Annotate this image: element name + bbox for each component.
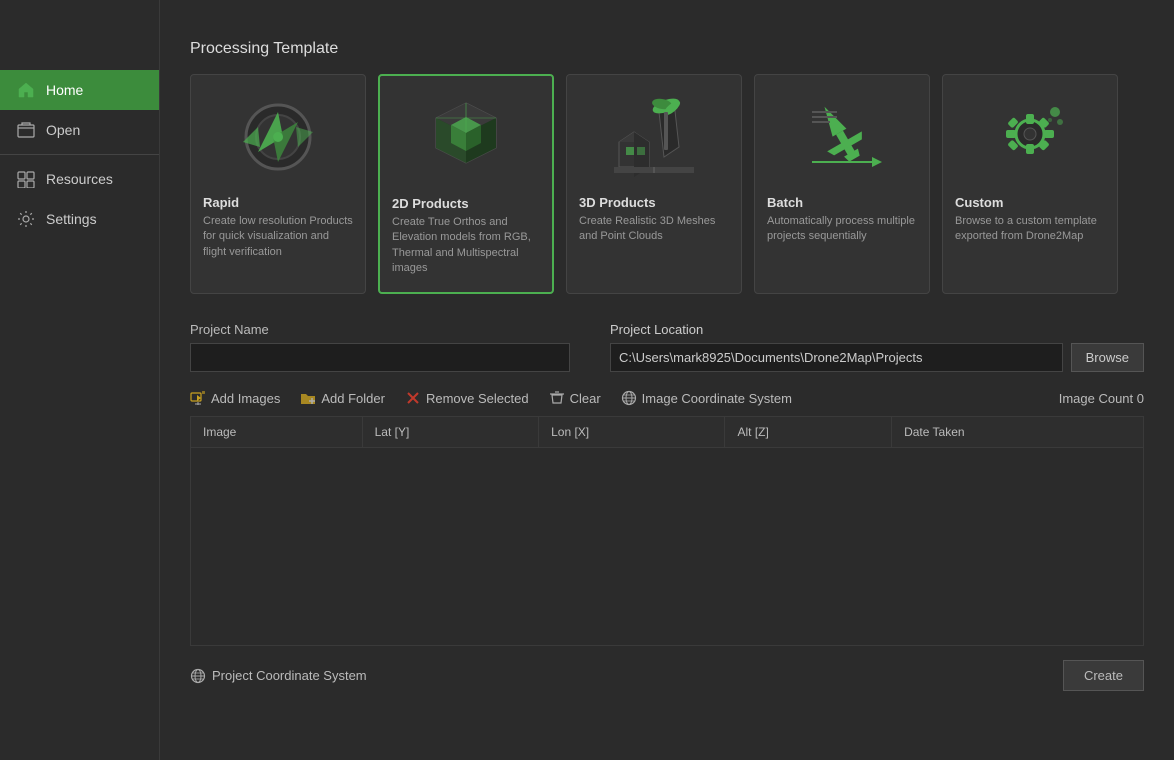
image-table: Image Lat [Y] Lon [X] Alt [Z] Date Taken [191, 417, 1143, 448]
image-toolbar: Add Images Add Folder Remove Selected [190, 388, 1144, 408]
project-name-input[interactable] [190, 343, 570, 372]
sidebar-item-home[interactable]: Home [0, 70, 159, 110]
project-location-input[interactable] [610, 343, 1063, 372]
image-coord-system-button[interactable]: Image Coordinate System [621, 388, 792, 408]
2d-title: 2D Products [392, 196, 540, 211]
2d-icon [411, 88, 521, 188]
template-card-2d[interactable]: 2D Products Create True Orthos and Eleva… [378, 74, 554, 294]
table-header-row: Image Lat [Y] Lon [X] Alt [Z] Date Taken [191, 417, 1143, 448]
bottom-bar: Project Coordinate System Create [190, 660, 1144, 691]
remove-selected-button[interactable]: Remove Selected [405, 388, 529, 408]
col-date: Date Taken [892, 417, 1143, 448]
sidebar-divider [0, 154, 159, 155]
batch-title: Batch [767, 195, 917, 210]
3d-icon [599, 87, 709, 187]
batch-desc: Automatically process multiple projects … [767, 214, 917, 245]
project-row: Project Name Project Location Browse [190, 322, 1144, 372]
image-count: Image Count 0 [1059, 391, 1144, 406]
section-title: Processing Template [190, 40, 1144, 58]
custom-title: Custom [955, 195, 1105, 210]
template-cards: Rapid Create low resolution Products for… [190, 74, 1144, 294]
open-icon [16, 120, 36, 140]
sidebar-item-resources[interactable]: Resources [0, 159, 159, 199]
project-coord-system-button[interactable]: Project Coordinate System [190, 668, 367, 684]
col-image: Image [191, 417, 362, 448]
sidebar-item-open[interactable]: Open [0, 110, 159, 150]
3d-title: 3D Products [579, 195, 729, 210]
home-icon [16, 80, 36, 100]
template-card-rapid[interactable]: Rapid Create low resolution Products for… [190, 74, 366, 294]
add-images-icon [190, 390, 206, 406]
remove-selected-icon [405, 390, 421, 406]
batch-icon [787, 87, 897, 187]
project-name-label: Project Name [190, 322, 570, 337]
settings-icon [16, 209, 36, 229]
3d-desc: Create Realistic 3D Meshes and Point Clo… [579, 214, 729, 245]
sidebar: Home Open Resources [0, 0, 160, 760]
sidebar-item-settings[interactable]: Settings [0, 199, 159, 239]
template-card-batch[interactable]: Batch Automatically process multiple pro… [754, 74, 930, 294]
template-card-custom[interactable]: Custom Browse to a custom template expor… [942, 74, 1118, 294]
main-content: Processing Template Rap [160, 0, 1174, 760]
add-folder-icon [300, 390, 316, 406]
add-images-button[interactable]: Add Images [190, 388, 280, 408]
globe-icon [621, 390, 637, 406]
custom-desc: Browse to a custom template exported fro… [955, 214, 1105, 245]
col-lon: Lon [X] [539, 417, 725, 448]
resources-icon [16, 169, 36, 189]
col-alt: Alt [Z] [725, 417, 892, 448]
clear-icon [549, 390, 565, 406]
location-row: Browse [610, 343, 1144, 372]
col-lat: Lat [Y] [362, 417, 539, 448]
custom-icon [975, 87, 1085, 187]
rapid-title: Rapid [203, 195, 353, 210]
2d-desc: Create True Orthos and Elevation models … [392, 215, 540, 277]
rapid-desc: Create low resolution Products for quick… [203, 214, 353, 260]
image-table-container: Image Lat [Y] Lon [X] Alt [Z] Date Taken [190, 416, 1144, 646]
template-card-3d[interactable]: 3D Products Create Realistic 3D Meshes a… [566, 74, 742, 294]
browse-button[interactable]: Browse [1071, 343, 1144, 372]
globe-small-icon [190, 668, 206, 684]
project-location-label: Project Location [610, 322, 1144, 337]
rapid-icon [223, 87, 333, 187]
project-name-group: Project Name [190, 322, 570, 372]
clear-button[interactable]: Clear [549, 388, 601, 408]
add-folder-button[interactable]: Add Folder [300, 388, 385, 408]
create-button[interactable]: Create [1063, 660, 1144, 691]
project-location-group: Project Location Browse [610, 322, 1144, 372]
